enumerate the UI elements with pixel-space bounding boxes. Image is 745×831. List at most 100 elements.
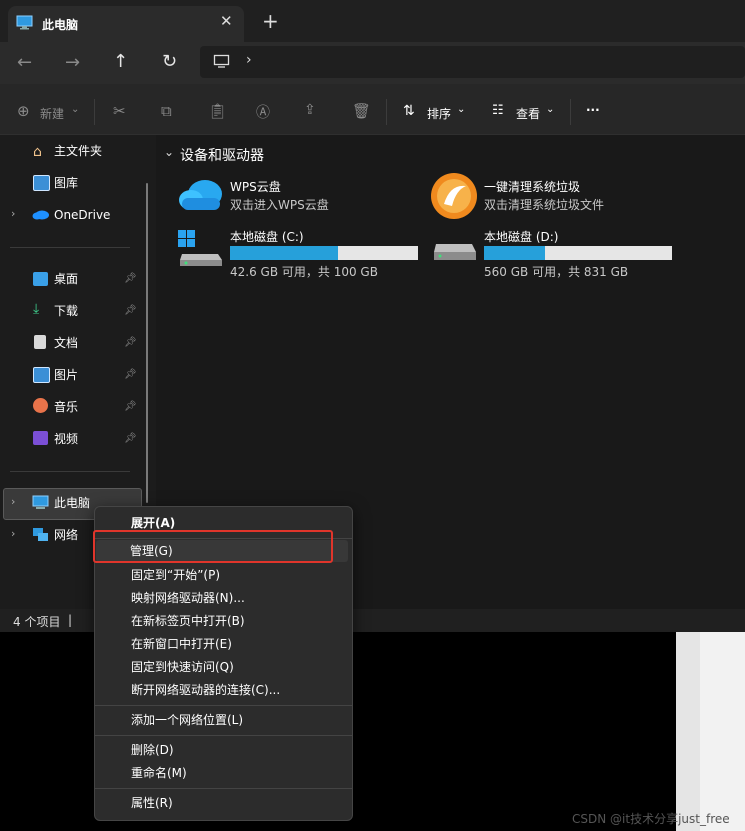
sidebar-item-pictures[interactable]: 图片 [54,365,78,385]
chevron-right-icon[interactable]: › [246,52,252,68]
sidebar-item-videos[interactable]: 视频 [54,429,78,449]
videos-icon [33,431,48,445]
sidebar-item-onedrive[interactable]: OneDrive [54,205,110,225]
chevron-right-icon[interactable]: › [11,527,15,540]
sidebar-item-network[interactable]: 网络 [54,525,78,545]
network-icon [33,528,48,541]
download-icon: ⤓ [33,301,40,317]
drive-d-space: 560 GB 可用，共 831 GB [484,265,629,279]
drive-d-name[interactable]: 本地磁盘 (D:) [484,228,558,245]
delete-icon[interactable]: 🗑︎ [352,102,371,120]
drive-icon[interactable] [432,240,478,266]
home-icon: ⌂ [33,144,42,160]
sidebar-item-music[interactable]: 音乐 [54,397,78,417]
toolbar-divider [94,99,95,125]
share-icon[interactable]: ⇪ [304,102,316,118]
menu-item-properties[interactable]: 属性(R) [131,792,173,814]
menu-item-map-drive[interactable]: 映射网络驱动器(N)... [131,587,245,609]
sidebar-item-documents[interactable]: 文档 [54,333,78,353]
pin-icon[interactable]: 📌︎ [124,305,137,316]
pin-icon[interactable]: 📌︎ [124,337,137,348]
menu-item-open-new-window[interactable]: 在新窗口中打开(E) [131,633,232,655]
menu-item-rename[interactable]: 重命名(M) [131,762,187,784]
new-button[interactable]: 新建 [40,105,64,122]
sidebar-item-home[interactable]: 主文件夹 [54,141,102,161]
menu-separator [95,788,352,789]
cut-icon[interactable]: ✂ [113,102,126,120]
more-options-button[interactable]: ··· [586,103,600,117]
copy-icon[interactable]: ⧉ [161,102,172,120]
sidebar-item-desktop[interactable]: 桌面 [54,269,78,289]
view-icon: ☷ [492,103,504,118]
menu-item-pin-quick-access[interactable]: 固定到快速访问(Q) [131,656,234,678]
pin-icon[interactable]: 📌︎ [124,273,137,284]
chevron-right-icon[interactable]: › [11,207,15,220]
background-window-edge [676,632,700,831]
tab-label: 此电脑 [42,18,79,32]
menu-item-add-network-location[interactable]: 添加一个网络位置(L) [131,709,243,731]
drive-d-usage-bar [484,246,672,260]
new-plus-icon: ⊕ [17,102,30,120]
pin-icon[interactable]: 📌︎ [124,433,137,444]
monitor-icon [16,15,33,30]
wps-cloud-icon[interactable] [178,176,224,212]
refresh-icon[interactable]: ↻ [162,51,177,72]
back-arrow-icon[interactable]: ← [17,52,32,73]
chevron-right-icon[interactable]: › [11,495,15,508]
chevron-down-icon: ⌄ [546,104,555,115]
sidebar-divider [10,471,130,472]
menu-item-delete[interactable]: 删除(D) [131,739,174,761]
sort-button[interactable]: 排序 [427,105,451,122]
drive-c-space: 42.6 GB 可用，共 100 GB [230,265,378,279]
wps-cloud-title[interactable]: WPS云盘 [230,178,281,195]
up-arrow-icon[interactable]: ↑ [113,51,128,72]
drive-c-usage-fill [230,246,338,260]
forward-arrow-icon[interactable]: → [65,52,80,73]
chevron-down-icon[interactable]: ⌄ [164,145,174,159]
address-bar[interactable]: › [200,46,745,78]
toolbar-divider [570,99,571,125]
drive-c-name[interactable]: 本地磁盘 (C:) [230,228,304,245]
view-button[interactable]: 查看 [516,105,540,122]
rename-icon[interactable]: Ⓐ [256,102,270,122]
cleaner-desc: 双击清理系统垃圾文件 [484,198,605,212]
sidebar-scrollbar[interactable] [146,183,148,503]
menu-item-pin-start[interactable]: 固定到“开始”(P) [131,564,220,586]
sidebar-item-gallery[interactable]: 图库 [54,173,78,193]
item-count: 4 个项目 [13,615,61,629]
gallery-icon [33,175,50,191]
sidebar-item-this-pc[interactable]: 此电脑 [54,493,90,513]
tab-this-pc[interactable]: 此电脑 ✕ [8,6,244,42]
watermark-text: CSDN @it技术分享just_free [572,812,730,826]
command-bar [0,84,745,135]
onedrive-cloud-icon [32,210,49,220]
section-header[interactable]: 设备和驱动器 [180,145,264,165]
cleaner-app-icon[interactable] [430,172,478,220]
sidebar-item-downloads[interactable]: 下载 [54,301,78,321]
pictures-icon [33,367,50,383]
sidebar-divider [10,247,130,248]
toolbar-divider [386,99,387,125]
desktop-icon [33,272,48,286]
menu-item-disconnect-drive[interactable]: 断开网络驱动器的连接(C)... [131,679,280,701]
pin-icon[interactable]: 📌︎ [124,401,137,412]
monitor-outline-icon [213,54,230,68]
chevron-down-icon: ⌄ [457,104,466,115]
highlight-annotation-box [93,530,333,563]
menu-item-open-new-tab[interactable]: 在新标签页中打开(B) [131,610,245,632]
sort-icon: ⇅ [403,103,415,119]
document-icon [34,335,46,349]
cleaner-title[interactable]: 一键清理系统垃圾 [484,178,580,195]
system-drive-icon[interactable] [178,230,224,266]
music-icon [33,398,48,413]
paste-icon[interactable]: 📋︎ [208,102,227,120]
status-separator: | [68,613,73,627]
drive-c-usage-bar [230,246,418,260]
close-icon[interactable]: ✕ [220,12,233,30]
new-tab-plus-icon[interactable]: + [262,11,279,31]
menu-separator [95,705,352,706]
drive-d-usage-fill [484,246,546,260]
chevron-down-icon: ⌄ [71,104,80,115]
pin-icon[interactable]: 📌︎ [124,369,137,380]
monitor-icon [32,495,49,509]
